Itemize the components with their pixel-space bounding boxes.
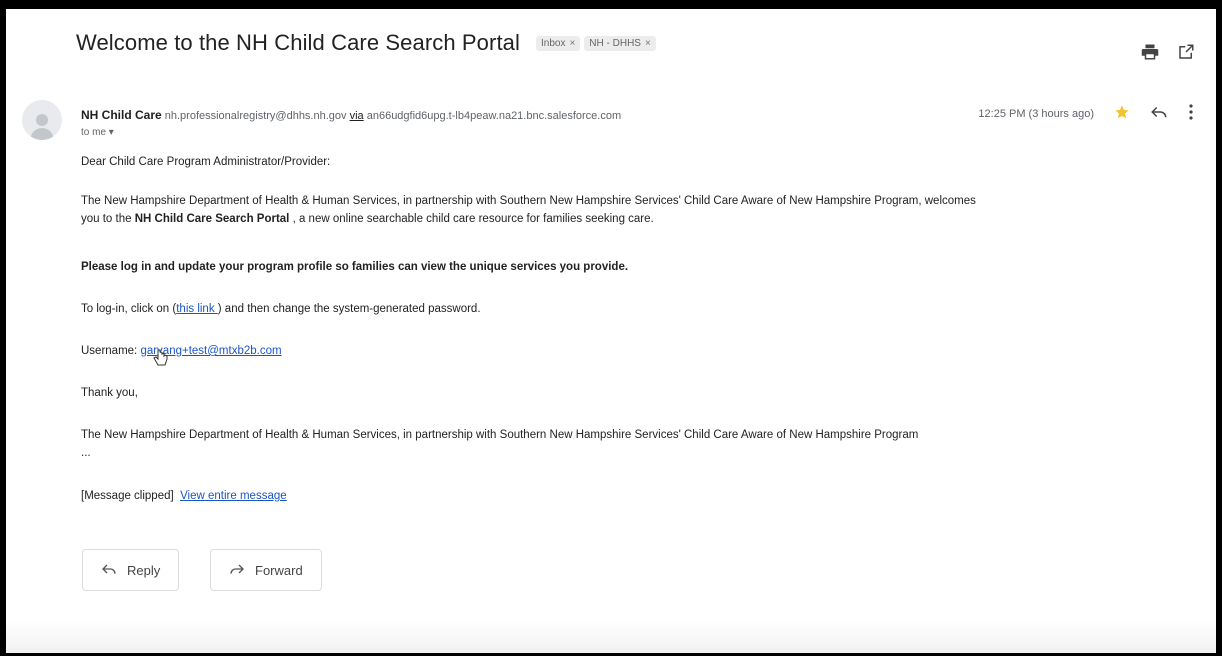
forward-button-label: Forward [255,562,303,578]
label-nh-dhhs-remove[interactable]: × [645,38,651,49]
more-vert-icon[interactable] [1188,104,1194,123]
reply-icon [101,562,117,579]
login-link[interactable]: this link [176,303,218,315]
cursor-icon [153,349,169,372]
login-text-b: ) and then change the system-generated p… [217,303,481,315]
greeting: Dear Child Care Program Administrator/Pr… [81,156,331,168]
call-to-action: Please log in and update your program pr… [81,261,629,273]
email-window [0,0,1222,656]
via-link[interactable]: via [350,110,364,122]
chevron-down-icon: ▾ [108,127,114,138]
sender-email: nh.professionalregistry@dhhs.nh.gov [164,110,347,122]
print-icon[interactable] [1140,42,1160,62]
sender-name: NH Child Care [81,108,162,122]
label-inbox-text: Inbox [540,37,566,49]
to-me-label: to me [81,127,107,138]
intro-line-2: you to the NH Child Care Search Portal ,… [81,210,1201,228]
message-meta: 12:25 PM (3 hours ago) [978,104,1194,123]
intro-paragraph: The New Hampshire Department of Health &… [81,192,1201,228]
portal-name: NH Child Care Search Portal [134,213,290,225]
reply-icon[interactable] [1150,104,1168,123]
intro-text-b: , a new online searchable child care res… [289,213,654,225]
username-line: Username: garvang+test@mtxb2b.com [81,342,1201,360]
signature: The New Hampshire Department of Health &… [81,429,919,441]
label-inbox[interactable]: Inbox × [535,35,581,51]
forward-icon [229,562,245,579]
subject-actions [1140,42,1196,62]
login-instructions: To log-in, click on (this link ) and the… [81,300,1201,318]
via-address: an66udgfid6upg.t-lb4peaw.na21.bnc.salesf… [366,110,622,122]
label-nh-dhhs[interactable]: NH - DHHS × [584,35,656,51]
login-text-a: To log-in, click on ( [81,303,177,315]
view-entire-message-link[interactable]: View entire message [180,490,287,502]
open-new-window-icon[interactable] [1176,42,1196,62]
clipped-label: [Message clipped] [81,490,174,502]
message-time: 12:25 PM (3 hours ago) [978,107,1094,120]
label-inbox-remove[interactable]: × [569,38,575,49]
email-subject: Welcome to the NH Child Care Search Port… [76,30,520,55]
recipients-toggle[interactable]: to me ▾ [81,127,114,138]
sender-row: NH Child Care nh.professionalregistry@dh… [81,108,621,122]
subject-row: Welcome to the NH Child Care Search Port… [76,30,656,56]
label-nh-dhhs-text: NH - DHHS [589,37,641,49]
intro-text-a: you to the [81,213,135,225]
trimmed-content-ellipsis[interactable]: ... [81,444,1201,462]
forward-button[interactable]: Forward [210,549,322,591]
reply-button[interactable]: Reply [82,549,180,591]
username-label: Username: [81,345,141,357]
star-icon[interactable] [1114,104,1130,123]
clipped-notice: [Message clipped] View entire message [81,487,1201,505]
bottom-shade [6,621,1216,653]
intro-line-1: The New Hampshire Department of Health &… [81,195,976,207]
thanks-line: Thank you, [81,387,138,399]
reply-button-label: Reply [127,562,161,578]
avatar-icon [22,100,62,140]
